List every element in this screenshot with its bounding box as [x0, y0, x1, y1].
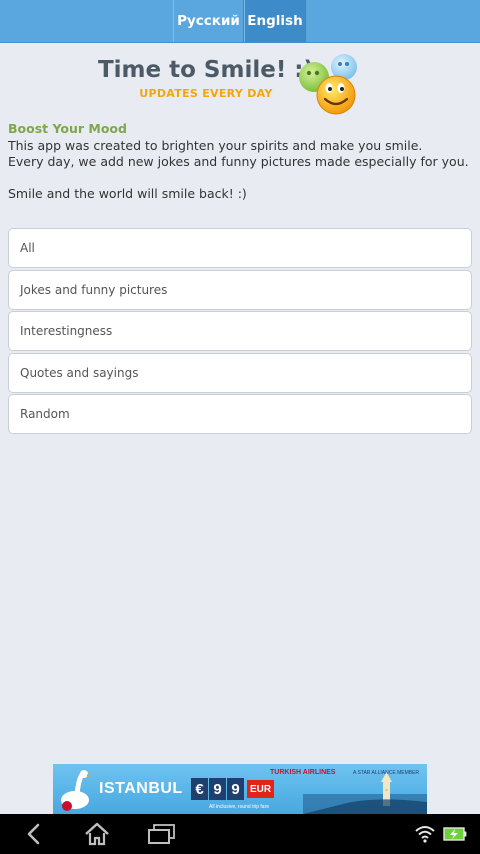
battery-charging-icon [443, 827, 467, 841]
ad-banner[interactable]: ISTANBUL € 9 9 EUR TURKISH AIRLINES A ST… [53, 764, 427, 814]
language-bar: Русский English [0, 0, 480, 43]
category-random[interactable]: Random [8, 394, 472, 435]
system-nav-bar [0, 814, 480, 854]
language-english-button[interactable]: English [244, 0, 306, 42]
wifi-icon [415, 826, 435, 843]
ad-price-digit: 9 [209, 778, 226, 800]
intro-heading: Boost Your Mood [8, 121, 127, 136]
ad-airline-name: TURKISH AIRLINES [270, 769, 336, 776]
category-quotes[interactable]: Quotes and sayings [8, 352, 472, 393]
category-all[interactable]: All [8, 228, 472, 268]
ad-fine-print: All inclusive, round trip fare [209, 804, 270, 810]
smiley-faces-icon [299, 54, 357, 115]
language-russian-button[interactable]: Русский [173, 0, 244, 42]
ad-price: € 9 9 EUR [191, 778, 275, 800]
recent-apps-icon[interactable] [147, 823, 177, 845]
home-icon[interactable] [83, 821, 111, 847]
language-switcher: Русский English [173, 0, 306, 42]
category-interestingness[interactable]: Interestingness [8, 311, 472, 352]
back-icon[interactable] [22, 822, 46, 846]
ad-currency: EUR [247, 780, 275, 798]
app-header: Time to Smile! :) UPDATES EVERY DAY [0, 43, 480, 115]
intro-section: Boost Your Mood This app was created to … [8, 121, 472, 202]
ad-city-label: ISTANBUL [99, 780, 183, 797]
ad-price-digit: 9 [227, 778, 244, 800]
intro-tagline: Smile and the world will smile back! :) [8, 186, 247, 201]
category-jokes[interactable]: Jokes and funny pictures [8, 269, 472, 310]
intro-text-line: Every day, we add new jokes and funny pi… [8, 154, 469, 169]
category-list: All Jokes and funny pictures Interesting… [8, 228, 472, 436]
intro-text-line: This app was created to brighten your sp… [8, 138, 423, 153]
ad-price-prefix: € [191, 778, 208, 800]
ad-alliance-note: A STAR ALLIANCE MEMBER [353, 770, 420, 776]
